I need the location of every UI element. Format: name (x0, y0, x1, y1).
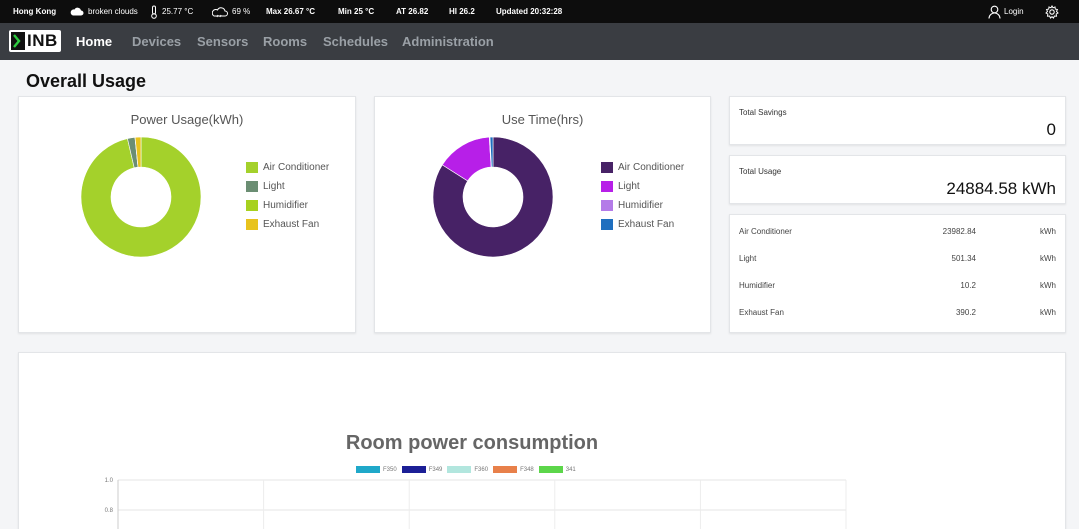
brand-logo[interactable]: INB (9, 30, 61, 52)
settings-button[interactable] (1045, 0, 1059, 23)
y-tick-label: 1.0 (105, 478, 114, 484)
usage-device-name: Humidifier (739, 281, 776, 290)
legend-item-light[interactable]: Light (601, 177, 684, 196)
legend-item-exhaust-fan[interactable]: Exhaust Fan (246, 215, 329, 234)
room-power-title: Room power consumption (345, 432, 599, 454)
legend-swatch (601, 200, 613, 211)
usage-row: Air Conditioner 23982.84 kWh (730, 227, 1065, 241)
legend-item-humidifier[interactable]: Humidifier (246, 196, 329, 215)
usage-unit: kWh (1040, 227, 1056, 236)
weather-hi: HI 26.2 (449, 7, 475, 16)
legend-label: Exhaust Fan (618, 219, 675, 230)
legend-label: Air Conditioner (618, 162, 685, 173)
legend-swatch (246, 162, 258, 173)
legend-swatch (246, 219, 258, 230)
usage-unit: kWh (1040, 308, 1056, 317)
usage-unit: kWh (1040, 281, 1056, 290)
usage-value: 501.34 (951, 254, 976, 263)
power-usage-title: Power Usage(kWh) (130, 112, 244, 127)
usage-device-name: Light (739, 254, 757, 263)
nav-schedules[interactable]: Schedules (323, 23, 388, 60)
usage-value: 10.2 (960, 281, 976, 290)
total-usage-value: 24884.58 kWh (946, 179, 1056, 198)
total-savings-label: Total Savings (739, 108, 787, 117)
usage-unit: kWh (1040, 254, 1056, 263)
legend-label: Air Conditioner (263, 162, 330, 173)
use-time-donut-chart (432, 136, 554, 258)
total-savings-card: Total Savings 0 (729, 96, 1066, 145)
usage-value: 390.2 (955, 308, 976, 317)
weather-min: Min 25 °C (338, 7, 375, 16)
usage-breakdown-card: Air Conditioner 23982.84 kWh Light 501.3… (729, 214, 1066, 333)
nav-administration[interactable]: Administration (402, 23, 494, 60)
user-icon (988, 5, 1001, 19)
weather-temperature-group: 25.77 °C (150, 0, 193, 23)
main-navbar: INB Home Devices Sensors Rooms Schedules… (0, 23, 1079, 60)
login-label: Login (1004, 7, 1024, 16)
usage-row: Exhaust Fan 390.2 kWh (730, 308, 1065, 322)
legend-swatch (246, 181, 258, 192)
total-savings-value: 0 (1046, 120, 1056, 139)
weather-temperature: 25.77 °C (162, 7, 194, 16)
weather-humidity: 69 % (232, 7, 251, 16)
weather-city: Hong Kong (13, 7, 57, 16)
legend-swatch (246, 200, 258, 211)
weather-condition-group: broken clouds (70, 0, 138, 23)
power-usage-donut-chart (80, 136, 202, 258)
total-usage-label: Total Usage (739, 167, 782, 176)
legend-item-air-conditioner[interactable]: Air Conditioner (246, 158, 329, 177)
weather-bar: Hong Kong broken clouds 25.77 °C 69 % Ma… (0, 0, 1079, 23)
power-usage-legend: Air Conditioner Light Humidifier Exhaust… (246, 158, 329, 234)
nav-home[interactable]: Home (76, 23, 112, 60)
legend-item-air-conditioner[interactable]: Air Conditioner (601, 158, 684, 177)
legend-label: Light (618, 181, 640, 192)
legend-item-light[interactable]: Light (246, 177, 329, 196)
legend-item-humidifier[interactable]: Humidifier (601, 196, 684, 215)
logo-text: INB (27, 31, 58, 50)
nav-devices[interactable]: Devices (132, 23, 181, 60)
legend-swatch (601, 219, 613, 230)
page-title: Overall Usage (26, 71, 147, 91)
usage-device-name: Air Conditioner (739, 227, 792, 236)
legend-label: Light (263, 181, 285, 192)
weather-condition: broken clouds (88, 7, 138, 16)
nav-sensors[interactable]: Sensors (197, 23, 248, 60)
weather-max: Max 26.67 °C (266, 7, 316, 16)
cloud-icon (70, 7, 84, 16)
power-usage-card: Power Usage(kWh) Air Conditioner Light H… (18, 96, 356, 333)
use-time-legend: Air Conditioner Light Humidifier Exhaust… (601, 158, 684, 234)
weather-humidity-group: 69 % (212, 0, 250, 23)
room-power-plot-area: 1.0 0.8 (105, 478, 847, 529)
usage-device-name: Exhaust Fan (739, 308, 784, 317)
weather-updated: Updated 20:32:28 (496, 7, 563, 16)
legend-swatch (601, 181, 613, 192)
usage-row: Light 501.34 kWh (730, 254, 1065, 268)
humidity-icon (212, 6, 228, 17)
legend-label: Humidifier (263, 200, 309, 211)
use-time-title: Use Time(hrs) (501, 112, 584, 127)
usage-value: 23982.84 (942, 227, 976, 236)
legend-label: Exhaust Fan (263, 219, 320, 230)
legend-label: Humidifier (618, 200, 664, 211)
thermometer-icon (151, 5, 157, 19)
legend-swatch (601, 162, 613, 173)
gear-icon (1045, 4, 1059, 19)
legend-item-exhaust-fan[interactable]: Exhaust Fan (601, 215, 684, 234)
usage-row: Humidifier 10.2 kWh (730, 281, 1065, 295)
logo-mark-icon (11, 32, 25, 50)
login-button[interactable]: Login (988, 0, 1024, 23)
y-tick-label: 0.8 (105, 508, 114, 514)
total-usage-card: Total Usage 24884.58 kWh (729, 155, 1066, 204)
nav-rooms[interactable]: Rooms (263, 23, 307, 60)
weather-at: AT 26.82 (396, 7, 429, 16)
use-time-card: Use Time(hrs) Air Conditioner Light Humi… (374, 96, 711, 333)
